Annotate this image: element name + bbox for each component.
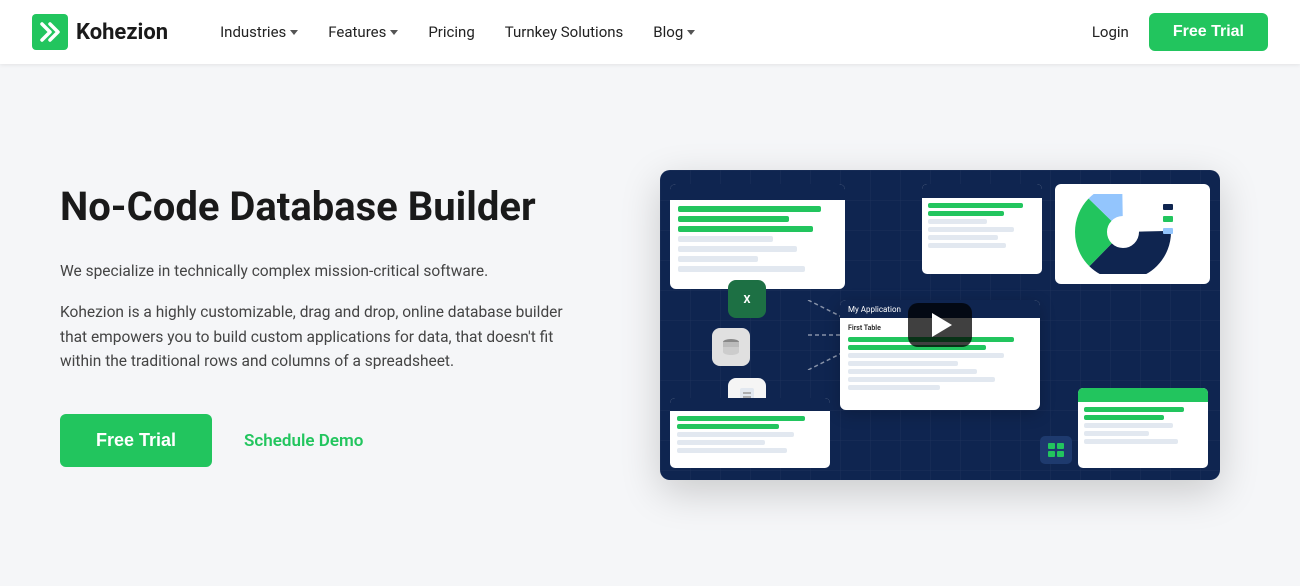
pc-row <box>848 361 958 366</box>
panel-right-top-body <box>922 198 1042 253</box>
excel-icon: X <box>728 280 766 318</box>
pc-row <box>848 377 995 382</box>
navbar: Kohezion Industries Features Pricing Tur… <box>0 0 1300 64</box>
schedule-demo-link[interactable]: Schedule Demo <box>244 431 363 451</box>
panel-right-top-header <box>922 184 1042 198</box>
table-row <box>678 256 758 262</box>
pie-chart-svg <box>1068 194 1198 274</box>
login-link[interactable]: Login <box>1092 23 1129 41</box>
panel-bottomleft-header <box>670 398 830 411</box>
chevron-down-icon <box>290 30 298 35</box>
table-row <box>678 216 789 222</box>
table-row <box>678 226 813 232</box>
chevron-down-icon <box>390 30 398 35</box>
panel-table-header <box>670 184 845 200</box>
nav-item-pricing[interactable]: Pricing <box>416 15 486 49</box>
product-visual: X <box>660 170 1220 480</box>
hero-right: X <box>640 170 1240 480</box>
prt-row <box>928 235 998 240</box>
prt-row <box>928 227 1014 232</box>
nav-right: Login Free Trial <box>1092 13 1268 51</box>
database-icon <box>712 328 750 366</box>
nav-links: Industries Features Pricing Turnkey Solu… <box>208 15 1092 49</box>
pc-row <box>848 385 940 390</box>
panel-bottomright-header <box>1078 388 1208 402</box>
nav-item-features[interactable]: Features <box>316 15 410 49</box>
table-row <box>678 236 773 242</box>
prt-row <box>928 211 1004 216</box>
nav-free-trial-button[interactable]: Free Trial <box>1149 13 1268 51</box>
prt-row <box>928 243 1006 248</box>
table-row <box>678 266 805 272</box>
table-row <box>678 246 797 252</box>
nav-item-turnkey-solutions[interactable]: Turnkey Solutions <box>493 15 636 49</box>
hero-desc1: We specialize in technically complex mis… <box>60 259 580 284</box>
play-icon <box>932 313 952 337</box>
panel-table-rows <box>670 200 845 278</box>
panel-table <box>670 184 845 289</box>
hero-section: No-Code Database Builder We specialize i… <box>0 64 1300 586</box>
logo-link[interactable]: Kohezion <box>32 14 168 50</box>
kohezion-logo-icon <box>32 14 68 50</box>
hero-free-trial-button[interactable]: Free Trial <box>60 414 212 467</box>
hero-desc2: Kohezion is a highly customizable, drag … <box>60 300 580 374</box>
app-icon <box>1040 436 1072 464</box>
nav-item-industries[interactable]: Industries <box>208 15 310 49</box>
pc-row <box>848 369 977 374</box>
panel-right-top <box>922 184 1042 274</box>
chevron-down-icon <box>687 30 695 35</box>
panel-chart <box>1055 184 1210 284</box>
panel-bottomleft <box>670 398 830 468</box>
play-button[interactable] <box>908 303 972 347</box>
arrow-svg <box>770 300 850 370</box>
prt-row <box>928 219 987 224</box>
hero-left: No-Code Database Builder We specialize i… <box>60 183 580 467</box>
panel-bottomright-body <box>1078 402 1208 449</box>
table-row <box>678 206 821 212</box>
logo-text: Kohezion <box>76 20 168 45</box>
panel-bottomright <box>1078 388 1208 468</box>
hero-actions: Free Trial Schedule Demo <box>60 414 580 467</box>
nav-item-blog[interactable]: Blog <box>641 15 707 49</box>
pc-row <box>848 353 1004 358</box>
prt-row <box>928 203 1023 208</box>
hero-title: No-Code Database Builder <box>60 183 580 231</box>
